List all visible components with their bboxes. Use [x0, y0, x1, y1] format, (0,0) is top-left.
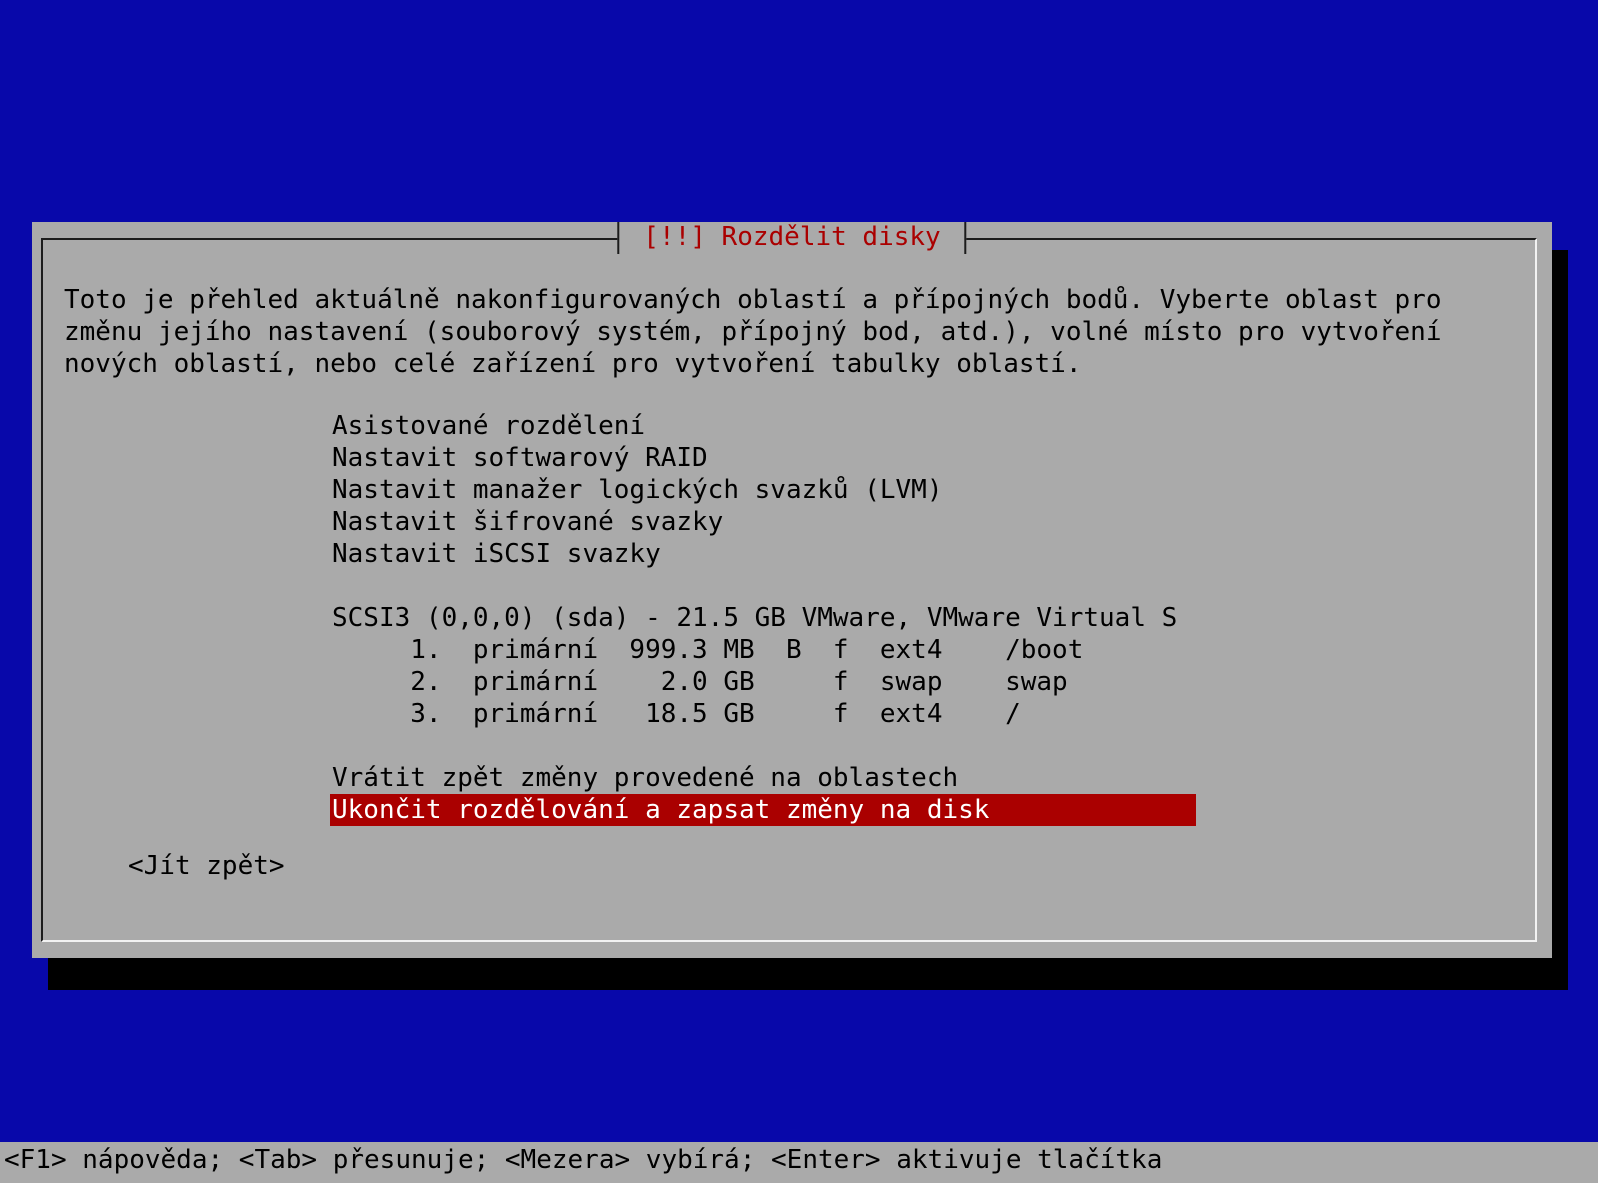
dialog-title: [!!] Rozdělit disky — [617, 222, 967, 254]
menu-item-iscsi[interactable]: Nastavit iSCSI svazky — [330, 538, 1196, 570]
menu-item-lvm[interactable]: Nastavit manažer logických svazků (LVM) — [330, 474, 1196, 506]
dialog-description: Toto je přehled aktuálně nakonfigurovaný… — [64, 285, 1442, 379]
menu-item-encrypted-volumes[interactable]: Nastavit šifrované svazky — [330, 506, 1196, 538]
menu-item-partition-3[interactable]: 3. primární 18.5 GB f ext4 / — [330, 698, 1196, 730]
menu-spacer — [330, 570, 1196, 602]
partition-menu: Asistované rozdělení Nastavit softwarový… — [330, 410, 1196, 826]
menu-item-partition-1[interactable]: 1. primární 999.3 MB B f ext4 /boot — [330, 634, 1196, 666]
menu-item-finish-partitioning[interactable]: Ukončit rozdělování a zapsat změny na di… — [330, 794, 1196, 826]
go-back-button[interactable]: <Jít zpět> — [128, 850, 285, 882]
menu-item-guided-partitioning[interactable]: Asistované rozdělení — [330, 410, 1196, 442]
help-bar: <F1> nápověda; <Tab> přesunuje; <Mezera>… — [0, 1142, 1598, 1183]
menu-item-partition-2[interactable]: 2. primární 2.0 GB f swap swap — [330, 666, 1196, 698]
menu-item-software-raid[interactable]: Nastavit softwarový RAID — [330, 442, 1196, 474]
menu-item-undo-changes[interactable]: Vrátit zpět změny provedené na oblastech — [330, 762, 1196, 794]
menu-spacer — [330, 730, 1196, 762]
menu-item-disk-sda[interactable]: SCSI3 (0,0,0) (sda) - 21.5 GB VMware, VM… — [330, 602, 1196, 634]
partition-dialog: [!!] Rozdělit disky Toto je přehled aktu… — [32, 222, 1552, 958]
